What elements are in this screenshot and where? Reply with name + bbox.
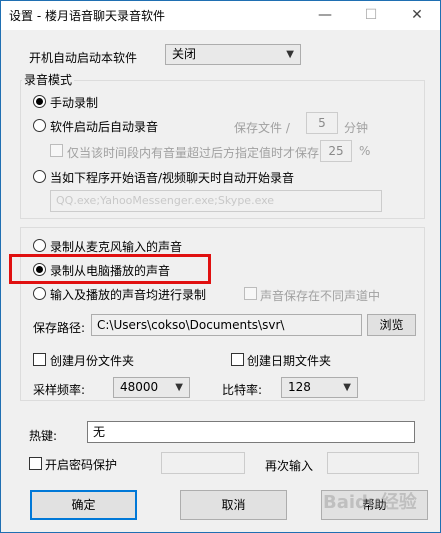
save-file-label: 保存文件 / — [234, 121, 290, 135]
password-checkbox[interactable] — [29, 457, 42, 470]
autostart-value: 关闭 — [172, 47, 197, 61]
chevron-down-icon: ▼ — [286, 49, 294, 60]
password-input[interactable] — [161, 452, 245, 474]
title-bar: 设置 - 楼月语音聊天录音软件 — ☐ ✕ — [1, 1, 440, 30]
save-file-minutes-input[interactable]: 5 — [306, 112, 338, 134]
volume-threshold-input[interactable]: 25 — [320, 140, 352, 162]
reenter-label: 再次输入 — [265, 459, 314, 473]
volume-threshold-checkbox[interactable] — [50, 144, 63, 157]
highlight-box — [9, 254, 211, 284]
password-label: 开启密码保护 — [45, 458, 118, 472]
maximize-button[interactable]: ☐ — [348, 1, 394, 30]
auto-record-label: 软件启动后自动录音 — [50, 120, 159, 134]
both-radio[interactable] — [33, 287, 46, 300]
mic-radio[interactable] — [33, 239, 46, 252]
bitrate-select[interactable]: 128 ▼ — [281, 377, 358, 398]
auto-record-radio[interactable] — [33, 119, 46, 132]
program-list-input[interactable]: QQ.exe;YahooMessenger.exe;Skype.exe — [50, 190, 382, 212]
bitrate-label: 比特率: — [222, 383, 263, 397]
program-trigger-radio[interactable] — [33, 170, 46, 183]
manual-record-radio[interactable] — [33, 95, 46, 108]
sample-rate-select[interactable]: 48000 ▼ — [113, 377, 190, 398]
hotkey-input[interactable]: 无 — [87, 421, 415, 443]
record-mode-title: 录音模式 — [22, 71, 75, 88]
close-button[interactable]: ✕ — [394, 1, 440, 30]
diff-channels-checkbox[interactable] — [244, 287, 257, 300]
minimize-button[interactable]: — — [302, 1, 348, 30]
cancel-button[interactable]: 取消 — [180, 490, 287, 520]
sample-rate-value: 48000 — [120, 380, 159, 394]
mic-label: 录制从麦克风输入的声音 — [50, 240, 183, 254]
autostart-label: 开机自动启动本软件 — [29, 51, 138, 65]
chevron-down-icon: ▼ — [175, 382, 183, 393]
reenter-input[interactable] — [327, 452, 419, 474]
manual-record-label: 手动录制 — [50, 96, 99, 110]
window-title: 设置 - 楼月语音聊天录音软件 — [9, 9, 165, 23]
chevron-down-icon: ▼ — [343, 382, 351, 393]
browse-button[interactable]: 浏览 — [367, 314, 416, 336]
daily-folder-checkbox[interactable] — [231, 353, 244, 366]
percent-label: % — [359, 144, 371, 158]
both-label: 输入及播放的声音均进行录制 — [50, 288, 207, 302]
save-path-input[interactable]: C:\Users\cokso\Documents\svr\ — [91, 314, 362, 336]
settings-window: 设置 - 楼月语音聊天录音软件 — ☐ ✕ 开机自动启动本软件 关闭 ▼ 录音模… — [0, 0, 441, 533]
daily-folder-label: 创建日期文件夹 — [247, 354, 332, 368]
monthly-folder-label: 创建月份文件夹 — [50, 354, 135, 368]
ok-button[interactable]: 确定 — [30, 490, 137, 520]
bitrate-value: 128 — [288, 380, 311, 394]
watermark: Baidu经验 — [323, 492, 417, 513]
save-path-label: 保存路径: — [33, 321, 86, 335]
monthly-folder-checkbox[interactable] — [33, 353, 46, 366]
autostart-select[interactable]: 关闭 ▼ — [165, 44, 301, 65]
sample-rate-label: 采样频率: — [33, 383, 86, 397]
hotkey-label: 热键: — [29, 429, 58, 443]
program-trigger-label: 当如下程序开始语音/视频聊天时自动开始录音 — [50, 171, 295, 185]
diff-channels-label: 声音保存在不同声道中 — [260, 289, 381, 303]
volume-threshold-label: 仅当该时间段内有音量超过后方指定值时才保存 — [67, 146, 320, 160]
minutes-unit-label: 分钟 — [344, 121, 369, 135]
